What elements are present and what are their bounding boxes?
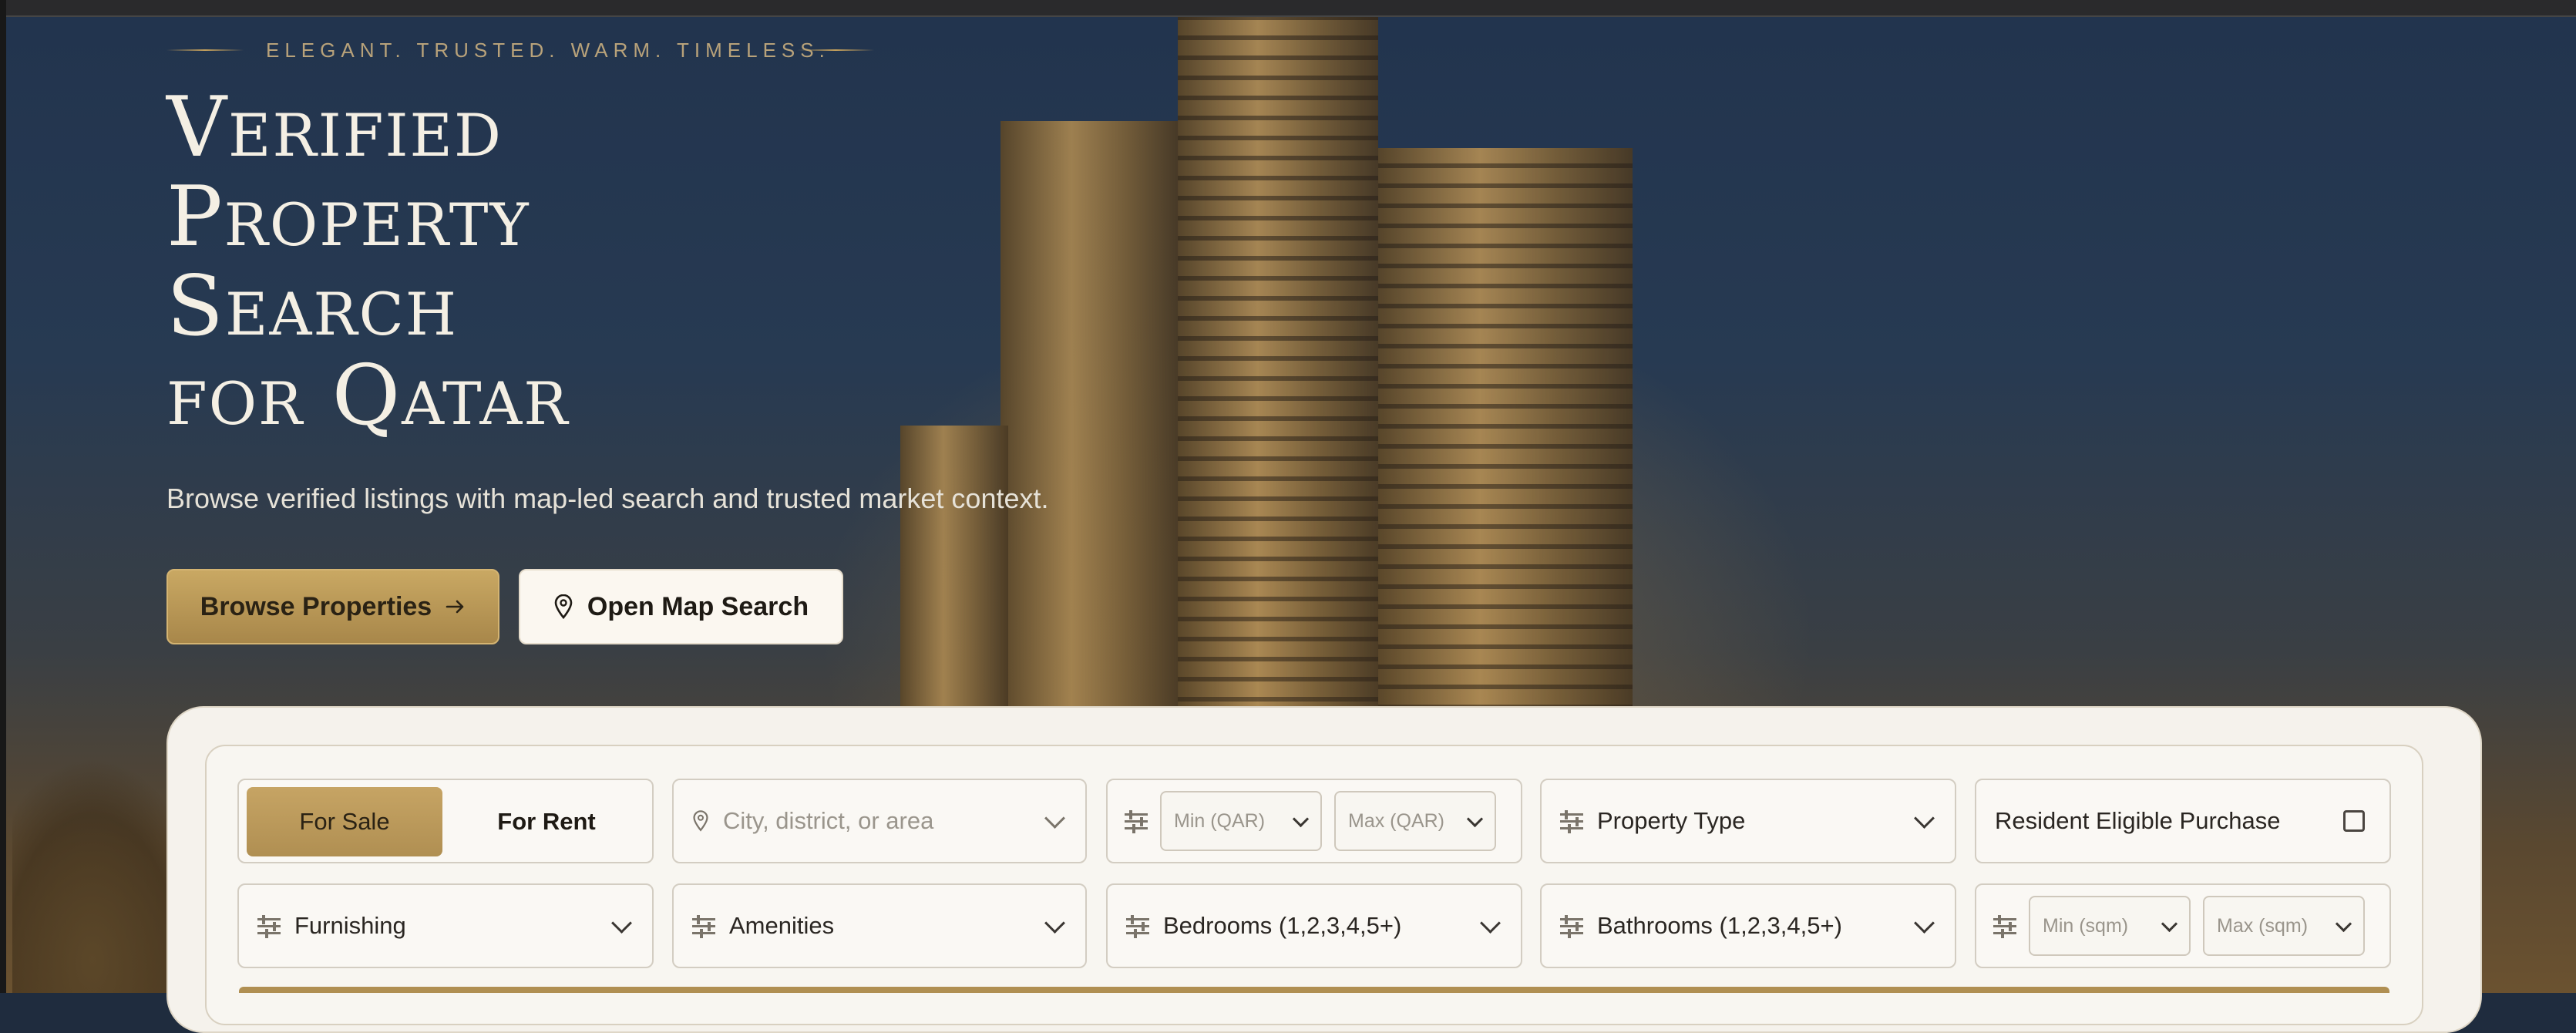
chevron-down-icon xyxy=(2161,915,2178,932)
sliders-icon xyxy=(692,915,715,938)
hero-title-line-1: Verified xyxy=(166,79,503,176)
building-image-tower-center xyxy=(1178,17,1378,742)
map-pin-icon xyxy=(554,594,573,619)
property-type-label: Property Type xyxy=(1597,807,1746,834)
amenities-label: Amenities xyxy=(729,912,835,939)
chevron-down-icon xyxy=(1044,807,1065,829)
sliders-icon xyxy=(1126,915,1149,938)
chevron-down-icon xyxy=(1480,912,1501,934)
bedrooms-label: Bedrooms (1,2,3,4,5+) xyxy=(1163,912,1402,939)
chevron-down-icon xyxy=(1044,912,1065,934)
resident-eligible-filter[interactable]: Resident Eligible Purchase xyxy=(1975,779,2391,863)
hero-title-line-2: Property xyxy=(166,169,530,265)
bedrooms-select[interactable]: Bedrooms (1,2,3,4,5+) xyxy=(1106,883,1522,968)
sliders-icon xyxy=(1560,810,1583,833)
hero-title: Verified Property Search for Qatar xyxy=(166,83,570,441)
area-max-placeholder: Max (sqm) xyxy=(2217,914,2309,937)
hero-eyebrow: ELEGANT. TRUSTED. WARM. TIMELESS. xyxy=(266,39,830,62)
location-select[interactable]: City, district, or area xyxy=(672,779,1087,863)
price-max-placeholder: Max (QAR) xyxy=(1348,809,1444,832)
price-min-placeholder: Min (QAR) xyxy=(1174,809,1266,832)
area-min-placeholder: Min (sqm) xyxy=(2043,914,2129,937)
for-rent-toggle[interactable]: For Rent xyxy=(442,787,651,856)
hero-title-line-4: for Qatar xyxy=(166,348,570,444)
chevron-down-icon xyxy=(1914,912,1935,934)
area-min-select[interactable]: Min (sqm) xyxy=(2029,896,2191,956)
amenities-select[interactable]: Amenities xyxy=(672,883,1087,968)
price-min-select[interactable]: Min (QAR) xyxy=(1160,791,1322,851)
resident-eligible-label: Resident Eligible Purchase xyxy=(1995,807,2281,834)
property-type-select[interactable]: Property Type xyxy=(1540,779,1956,863)
open-map-search-button[interactable]: Open Map Search xyxy=(519,569,843,644)
sliders-icon xyxy=(1560,915,1583,938)
hero-title-line-3: Search xyxy=(166,258,458,355)
browse-properties-label: Browse Properties xyxy=(200,591,432,621)
sliders-icon xyxy=(257,915,281,938)
furnishing-select[interactable]: Furnishing xyxy=(237,883,654,968)
building-image xyxy=(1000,121,1178,738)
window-left-edge xyxy=(0,0,6,993)
resident-eligible-checkbox[interactable] xyxy=(2343,810,2365,832)
chevron-down-icon xyxy=(1466,810,1484,827)
chevron-down-icon xyxy=(611,912,632,934)
for-sale-toggle[interactable]: For Sale xyxy=(247,787,442,856)
sliders-icon xyxy=(1125,810,1148,833)
chevron-down-icon xyxy=(1292,810,1310,827)
chevron-down-icon xyxy=(2335,915,2352,932)
area-max-select[interactable]: Max (sqm) xyxy=(2203,896,2365,956)
price-max-select[interactable]: Max (QAR) xyxy=(1334,791,1496,851)
browser-top-bar xyxy=(0,0,2576,17)
area-range: Min (sqm) Max (sqm) xyxy=(1975,883,2391,968)
bathrooms-select[interactable]: Bathrooms (1,2,3,4,5+) xyxy=(1540,883,1956,968)
browse-properties-button[interactable]: Browse Properties xyxy=(166,569,499,644)
eyebrow-left-line xyxy=(166,49,244,51)
open-map-search-label: Open Map Search xyxy=(587,591,809,621)
building-image-tower-right xyxy=(1378,148,1633,749)
map-pin-icon xyxy=(693,810,708,832)
hero-subtitle: Browse verified listings with map-led se… xyxy=(166,483,1049,514)
search-button-edge[interactable] xyxy=(239,987,2389,993)
sliders-icon xyxy=(1993,915,2016,938)
chevron-down-icon xyxy=(1914,807,1935,829)
price-range: Min (QAR) Max (QAR) xyxy=(1106,779,1522,863)
eyebrow-right-line xyxy=(797,49,874,51)
arrow-right-icon xyxy=(446,600,464,614)
building-image-tower-low xyxy=(900,426,1008,749)
furnishing-label: Furnishing xyxy=(294,912,406,939)
location-placeholder: City, district, or area xyxy=(723,807,934,834)
bathrooms-label: Bathrooms (1,2,3,4,5+) xyxy=(1597,912,1842,939)
